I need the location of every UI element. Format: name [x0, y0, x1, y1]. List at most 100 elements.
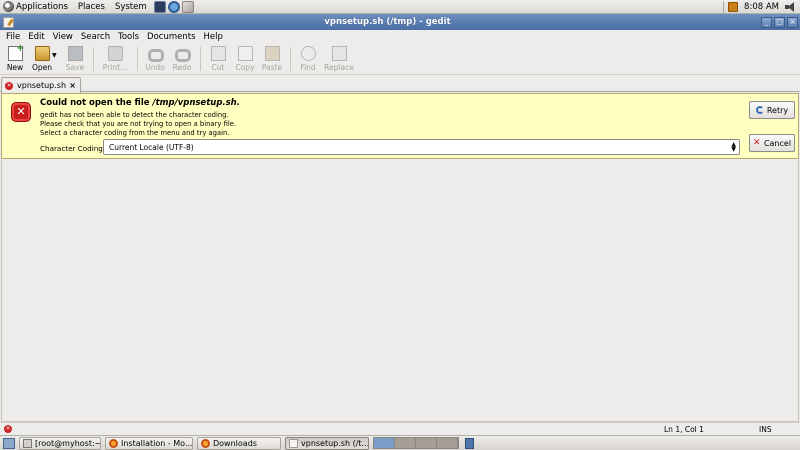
taskbar-item-label: Downloads [213, 438, 257, 448]
toolbar: New Open ▼ Save Print... Undo Redo Cut C… [0, 43, 800, 75]
volume-icon[interactable] [785, 1, 797, 12]
menu-edit[interactable]: Edit [24, 32, 48, 42]
error-icon: × [4, 425, 12, 433]
redo-button[interactable]: Redo [169, 46, 195, 72]
retry-button[interactable]: Retry [749, 101, 795, 119]
document-tabbar: × vpnsetup.sh × [0, 76, 800, 93]
applications-menu[interactable]: Applications [0, 0, 73, 14]
taskbar-item-downloads[interactable]: Downloads [197, 436, 281, 450]
new-button[interactable]: New [2, 43, 28, 72]
chevron-down-icon: ▼ [52, 52, 57, 59]
toolbar-separator [200, 47, 201, 71]
save-button-label: Save [65, 63, 85, 72]
error-message-area: ✕ Could not open the file /tmp/vpnsetup.… [1, 93, 799, 159]
replace-button-label: Replace [324, 63, 354, 72]
bottom-panel: [root@myhost:~] Installation - Mo... Dow… [0, 435, 800, 450]
character-coding-label: Character Coding: [40, 144, 106, 153]
mail-launcher-icon[interactable] [181, 0, 194, 13]
undo-icon [147, 46, 164, 62]
taskbar-item-terminal[interactable]: [root@myhost:~] [19, 436, 101, 450]
cut-button-label: Cut [211, 63, 225, 72]
cancel-icon: ✕ [752, 138, 761, 148]
menu-help[interactable]: Help [200, 32, 227, 42]
workspace-switcher [373, 437, 459, 449]
taskbar-item-gedit[interactable]: vpnsetup.sh (/t... [285, 436, 369, 450]
new-document-icon [7, 43, 25, 61]
places-menu-label: Places [77, 1, 105, 12]
insert-mode: INS [759, 424, 772, 434]
system-menu-label: System [114, 1, 147, 12]
gedit-app-icon[interactable] [3, 16, 14, 28]
window-titlebar[interactable]: vpnsetup.sh (/tmp) - gedit _ □ × [0, 14, 800, 30]
workspace-4[interactable] [437, 438, 458, 448]
menu-documents[interactable]: Documents [143, 32, 199, 42]
trash-icon[interactable] [465, 437, 474, 449]
terminal-launcher-icon[interactable] [153, 0, 166, 13]
open-recent-dropdown[interactable]: ▼ [52, 46, 60, 59]
clock[interactable]: 8:08 AM [744, 2, 779, 12]
top-panel: Applications Places System 8:08 AM [0, 0, 800, 14]
places-menu[interactable]: Places [73, 0, 110, 14]
menu-file[interactable]: File [2, 32, 24, 42]
workspace-3[interactable] [416, 438, 437, 448]
redo-icon [174, 46, 191, 62]
save-icon [67, 46, 83, 61]
cut-button[interactable]: Cut [205, 46, 231, 72]
copy-icon [237, 46, 253, 61]
taskbar-item-label: [root@myhost:~] [35, 438, 101, 448]
workspace-1[interactable] [374, 438, 395, 448]
cancel-button[interactable]: ✕ Cancel [749, 134, 795, 152]
error-icon: × [5, 81, 13, 90]
character-coding-value: Current Locale (UTF-8) [109, 142, 194, 152]
error-title-file: /tmp/vpnsetup.sh. [152, 98, 240, 108]
replace-button[interactable]: Replace [322, 46, 356, 72]
notes-icon[interactable] [728, 1, 739, 12]
firefox-icon [109, 438, 118, 448]
error-title: Could not open the file /tmp/vpnsetup.sh… [40, 98, 240, 108]
taskbar-item-label: vpnsetup.sh (/t... [301, 438, 369, 448]
window-title: vpnsetup.sh (/tmp) - gedit [324, 17, 451, 27]
show-desktop-icon[interactable] [3, 437, 15, 449]
undo-button-label: Undo [145, 63, 165, 72]
panel-separator [723, 0, 725, 13]
toolbar-separator [93, 47, 94, 71]
menu-search[interactable]: Search [77, 32, 114, 42]
copy-button[interactable]: Copy [232, 46, 258, 72]
menu-tools[interactable]: Tools [114, 32, 143, 42]
print-icon [107, 46, 123, 61]
firefox-icon [201, 438, 210, 448]
cancel-button-label: Cancel [763, 138, 792, 148]
redo-button-label: Redo [172, 63, 192, 72]
editor-area[interactable] [1, 160, 799, 422]
maximize-icon[interactable]: □ [774, 16, 785, 28]
tab-label: vpnsetup.sh [17, 81, 67, 90]
toolbar-separator [137, 47, 138, 71]
menu-view[interactable]: View [49, 32, 77, 42]
save-button[interactable]: Save [62, 46, 88, 72]
system-menu[interactable]: System [110, 0, 152, 14]
close-tab-icon[interactable]: × [69, 81, 76, 90]
toolbar-separator [290, 47, 291, 71]
workspace-2[interactable] [395, 438, 416, 448]
undo-button[interactable]: Undo [142, 46, 168, 72]
close-icon[interactable]: × [787, 16, 798, 28]
print-button[interactable]: Print... [98, 46, 132, 72]
retry-button-label: Retry [766, 105, 789, 115]
cursor-position: Ln 1, Col 1 [664, 424, 704, 434]
minimize-icon[interactable]: _ [761, 16, 772, 28]
paste-button[interactable]: Paste [259, 46, 285, 72]
replace-icon [331, 46, 347, 61]
terminal-icon [23, 438, 32, 448]
gnome-foot-icon [3, 1, 14, 12]
find-button[interactable]: Find [295, 46, 321, 72]
character-coding-select[interactable]: Current Locale (UTF-8) ▲ ▼ [103, 139, 740, 155]
error-detail-line: Please check that you are not trying to … [40, 120, 237, 128]
menubar: File Edit View Search Tools Documents He… [0, 30, 800, 43]
clipboard-icon [264, 46, 280, 61]
error-icon: ✕ [11, 102, 31, 122]
taskbar-item-installation[interactable]: Installation - Mo... [105, 436, 193, 450]
web-browser-launcher-icon[interactable] [167, 0, 180, 13]
find-icon [300, 46, 316, 61]
tab-vpnsetup[interactable]: × vpnsetup.sh × [1, 77, 81, 93]
updown-arrows-icon: ▲ ▼ [731, 141, 736, 153]
